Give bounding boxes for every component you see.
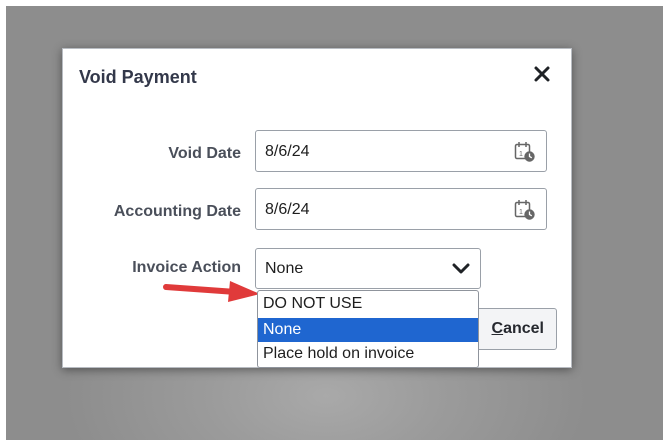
- accounting-date-input[interactable]: 8/6/24 1: [255, 188, 547, 230]
- option-do-not-use[interactable]: DO NOT USE: [258, 292, 478, 316]
- cancel-button[interactable]: Cancel: [473, 308, 557, 350]
- invoice-action-value: None: [265, 260, 304, 277]
- close-button[interactable]: [531, 63, 553, 85]
- invoice-action-select[interactable]: None: [255, 248, 481, 289]
- void-date-input[interactable]: 8/6/24 1: [255, 130, 547, 172]
- accounting-date-label: Accounting Date: [113, 203, 241, 220]
- svg-text:1: 1: [519, 209, 523, 216]
- close-icon: [534, 66, 550, 82]
- void-date-value: 8/6/24: [265, 143, 310, 160]
- invoice-action-listbox: DO NOT USE None Place hold on invoice: [257, 290, 479, 368]
- dialog-title: Void Payment: [79, 67, 197, 87]
- void-date-label: Void Date: [168, 145, 241, 162]
- option-none[interactable]: None: [258, 318, 478, 342]
- calendar-icon[interactable]: 1: [514, 141, 536, 163]
- invoice-action-label: Invoice Action: [132, 259, 241, 276]
- accounting-date-value: 8/6/24: [265, 201, 310, 218]
- chevron-down-icon: [452, 263, 470, 274]
- cancel-label-rest: ancel: [503, 320, 544, 337]
- svg-text:1: 1: [519, 151, 523, 158]
- calendar-icon[interactable]: 1: [514, 199, 536, 221]
- red-arrow-annotation: [163, 281, 260, 302]
- option-place-hold-on-invoice[interactable]: Place hold on invoice: [258, 342, 478, 366]
- cancel-mnemonic: C: [491, 320, 504, 337]
